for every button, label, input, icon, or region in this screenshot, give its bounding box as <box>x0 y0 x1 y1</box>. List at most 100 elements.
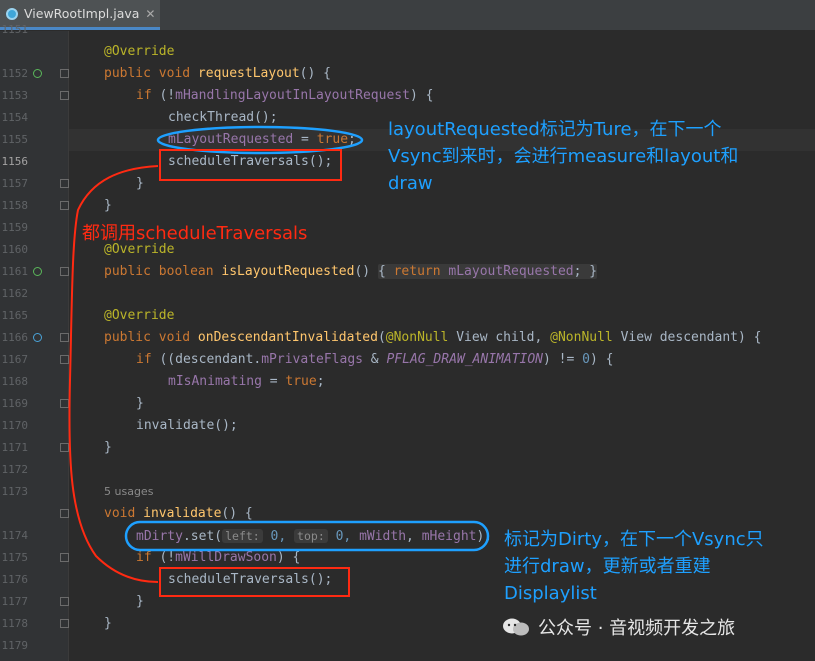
line-number: 1160 <box>1 243 29 256</box>
field-token: mDirty <box>136 529 183 544</box>
keyword-token: return <box>393 264 449 279</box>
code-line: scheduleTraversals(); <box>168 569 332 591</box>
override-marker-icon[interactable] <box>33 267 42 276</box>
annotation-token: @Override <box>104 308 175 323</box>
code-text: scheduleTraversals(); <box>168 572 333 587</box>
code-text: = <box>293 132 317 147</box>
fold-icon[interactable] <box>60 619 69 628</box>
number-token: 0 <box>582 352 590 367</box>
method-name: requestLayout <box>197 66 300 81</box>
override-marker-icon[interactable] <box>33 333 42 342</box>
code-line: public boolean isLayoutRequested() { ret… <box>104 261 598 283</box>
annotation-line: Vsync到来时，会进行measure和layout和 <box>388 146 739 167</box>
line-number: 1171 <box>1 441 29 454</box>
method-name: invalidate <box>143 506 222 521</box>
keyword-token: public void <box>104 66 198 81</box>
code-text: View child, <box>448 330 551 345</box>
keyword-token: true <box>285 374 317 389</box>
code-text: } <box>136 396 144 411</box>
keyword-token: if <box>136 88 152 103</box>
line-number: 1173 <box>1 485 29 498</box>
code-text: ) { <box>409 88 434 103</box>
parameter-hint: top: <box>294 529 328 543</box>
line-number: 1159 <box>1 221 29 234</box>
code-text: } <box>136 594 144 609</box>
code-text: } <box>136 176 144 191</box>
tab-title: ViewRootImpl.java <box>24 6 140 21</box>
override-marker-icon[interactable] <box>33 69 42 78</box>
line-number: 1178 <box>1 617 29 630</box>
fold-icon[interactable] <box>60 91 69 100</box>
fold-icon[interactable] <box>60 509 69 518</box>
line-number: 1165 <box>1 309 29 322</box>
code-text: View descendant) { <box>612 330 762 345</box>
code-text: } <box>104 616 112 631</box>
code-text: ) != <box>543 352 583 367</box>
fold-icon[interactable] <box>60 333 69 342</box>
fold-icon[interactable] <box>60 443 69 452</box>
field-token: mLayoutRequested <box>448 264 574 279</box>
collapsed-region[interactable]: { return mLayoutRequested; } <box>377 264 598 279</box>
annotation-line: layoutRequested标记为Ture，在下一个 <box>388 119 722 140</box>
code-line: } <box>104 195 112 217</box>
field-token: mIsAnimating <box>168 374 262 389</box>
code-text: ; <box>348 132 356 147</box>
fold-icon[interactable] <box>60 179 69 188</box>
keyword-token: public boolean <box>104 264 222 279</box>
line-number: 1158 <box>1 199 29 212</box>
code-line: mIsAnimating = true; <box>168 371 325 393</box>
fold-icon[interactable] <box>60 69 69 78</box>
fold-icon[interactable] <box>60 267 69 276</box>
code-text: { <box>377 264 394 279</box>
code-line: checkThread(); <box>168 107 278 129</box>
wechat-icon <box>503 618 529 636</box>
fold-icon[interactable] <box>60 553 69 562</box>
field-token: mWidth <box>359 529 407 544</box>
fold-icon[interactable] <box>60 597 69 606</box>
line-number: 1179 <box>1 639 29 652</box>
line-number: 1172 <box>1 463 29 476</box>
code-text: & <box>362 352 387 367</box>
annotation-line: Displaylist <box>504 583 597 604</box>
line-number: 1169 <box>1 397 29 410</box>
annotation-token: @NonNull <box>550 330 613 345</box>
code-line: } <box>136 591 144 613</box>
line-number: 1177 <box>1 595 29 608</box>
watermark: 公众号 · 音视频开发之旅 <box>502 614 735 640</box>
close-icon[interactable]: ✕ <box>145 7 155 21</box>
line-number: 1154 <box>1 111 29 124</box>
line-number: 1152 <box>1 67 29 80</box>
line-number: 1162 <box>1 287 29 300</box>
line-number: 1174 <box>1 529 29 542</box>
code-text: } <box>104 440 112 455</box>
code-text: () { <box>221 506 253 521</box>
fold-icon[interactable] <box>60 399 69 408</box>
method-name: onDescendantInvalidated <box>197 330 378 345</box>
code-text: ) { <box>276 550 301 565</box>
code-line: void invalidate() { <box>104 503 253 525</box>
fold-icon[interactable] <box>60 201 69 210</box>
method-name: isLayoutRequested <box>221 264 355 279</box>
line-number: 1156 <box>1 155 29 168</box>
code-text: ) { <box>589 352 614 367</box>
code-line: scheduleTraversals(); <box>168 151 332 173</box>
red-annotation-text: 都调用scheduleTraversals <box>82 223 308 244</box>
code-text: ((descendant. <box>151 352 262 367</box>
usages-hint[interactable]: 5 usages <box>104 485 153 498</box>
number-token: 0, <box>327 529 360 544</box>
keyword-token: if <box>136 352 152 367</box>
keyword-token: if <box>136 550 152 565</box>
keyword-token: true <box>316 132 349 147</box>
code-text: () <box>354 264 378 279</box>
line-number: 1161 <box>1 265 29 278</box>
editor-tab-bar: ViewRootImpl.java ✕ <box>0 0 815 31</box>
code-line: } <box>136 173 144 195</box>
watermark-text: 公众号 · 音视频开发之旅 <box>538 618 736 639</box>
keyword-token: void <box>104 506 144 521</box>
code-line: if (!mWillDrawSoon) { <box>136 547 300 569</box>
blue-annotation-text: 标记为Dirty，在下一个Vsync只 进行draw，更新或者重建 Displa… <box>504 526 764 607</box>
line-number: 1151 <box>1 23 29 36</box>
fold-icon[interactable] <box>60 355 69 364</box>
code-line: public void onDescendantInvalidated(@Non… <box>104 327 761 349</box>
code-text: = <box>261 374 286 389</box>
